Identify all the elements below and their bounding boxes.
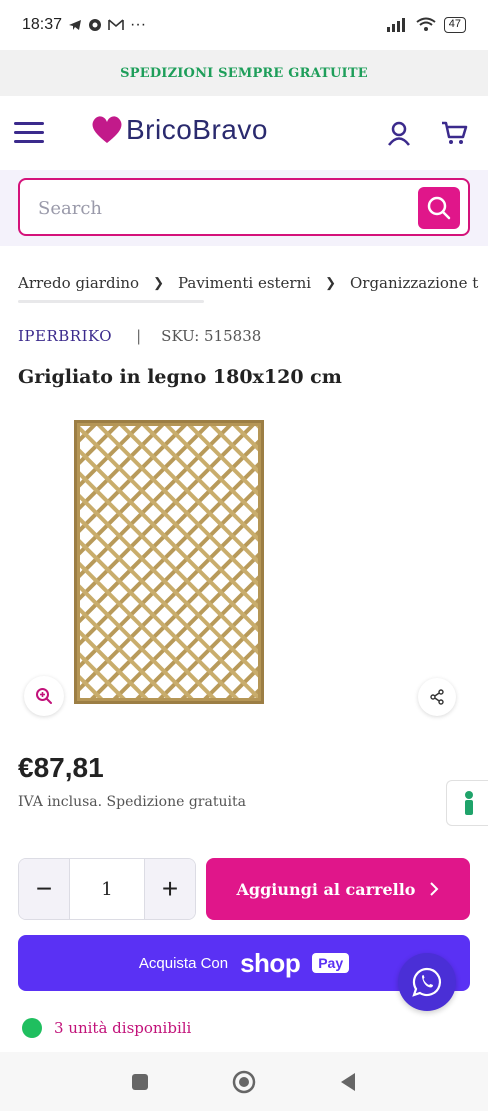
status-bar: 18:37 ··· 47	[0, 0, 488, 50]
search-icon	[427, 196, 451, 220]
menu-icon[interactable]	[14, 122, 44, 144]
status-right: 47	[386, 17, 466, 33]
search-bar	[0, 170, 488, 246]
telegram-icon	[69, 20, 82, 30]
quantity-value[interactable]: 1	[69, 859, 145, 919]
system-nav-bar	[0, 1052, 488, 1111]
quantity-increase-button[interactable]: +	[145, 859, 195, 919]
heart-logo-icon	[92, 116, 122, 143]
product-image[interactable]	[74, 420, 264, 704]
accessibility-icon	[464, 791, 473, 815]
search-box	[18, 178, 470, 236]
product-brand[interactable]: IPERBRIKO	[18, 327, 112, 345]
whatsapp-icon	[412, 967, 442, 997]
chevron-right-icon: ❯	[325, 275, 336, 291]
availability: 3 unità disponibili	[22, 1018, 191, 1038]
add-to-cart-label: Aggiungi al carrello	[236, 879, 416, 899]
more-dots-icon: ···	[130, 16, 147, 33]
meta-separator: |	[136, 327, 142, 345]
price-note: IVA inclusa. Spedizione gratuita	[18, 794, 246, 810]
quantity-stepper: − 1 +	[18, 858, 196, 920]
shoppay-label: Acquista Con	[138, 954, 229, 972]
whatsapp-button[interactable]	[398, 953, 456, 1011]
logo[interactable]: BricoBravo	[90, 114, 268, 146]
header: BricoBravo	[0, 96, 488, 170]
chevron-right-icon: ❯	[153, 275, 164, 291]
shop-logo-text: shop	[240, 947, 301, 978]
product-title: Grigliato in legno 180x120 cm	[18, 366, 342, 388]
zoom-button[interactable]	[24, 676, 64, 716]
status-left: 18:37 ···	[22, 16, 146, 34]
product-price: €87,81	[18, 752, 104, 783]
pay-badge: Pay	[312, 953, 350, 973]
chevron-right-icon	[430, 882, 439, 896]
signal-icon	[386, 18, 405, 32]
breadcrumb-scrollbar[interactable]	[18, 300, 204, 303]
search-button[interactable]	[418, 187, 460, 229]
availability-text: 3 unità disponibili	[54, 1019, 192, 1037]
cart-icon[interactable]	[440, 120, 468, 146]
battery-icon: 47	[443, 17, 466, 33]
promo-banner: SPEDIZIONI SEMPRE GRATUITE	[0, 50, 488, 96]
breadcrumb: Arredo giardino ❯ Pavimenti esterni ❯ Or…	[18, 270, 488, 296]
status-time: 18:37	[22, 16, 63, 33]
accessibility-tab[interactable]	[446, 780, 488, 826]
breadcrumb-item[interactable]: Pavimenti esterni	[178, 274, 311, 292]
share-icon	[430, 689, 444, 705]
add-to-cart-button[interactable]: Aggiungi al carrello	[206, 858, 470, 920]
gmail-icon	[108, 19, 124, 30]
home-icon[interactable]	[231, 1069, 257, 1095]
user-icon[interactable]	[386, 120, 412, 146]
product-meta: IPERBRIKO | SKU: 515838	[18, 327, 261, 345]
location-icon	[89, 19, 102, 31]
recents-icon[interactable]	[131, 1073, 149, 1091]
share-button[interactable]	[418, 678, 456, 716]
breadcrumb-item[interactable]: Arredo giardino	[18, 274, 139, 292]
zoom-in-icon	[36, 688, 52, 704]
search-input[interactable]	[38, 194, 398, 222]
product-sku: SKU: 515838	[161, 327, 262, 345]
wifi-icon	[416, 17, 436, 31]
availability-dot	[22, 1018, 42, 1038]
breadcrumb-item[interactable]: Organizzazione t	[350, 274, 478, 292]
back-icon[interactable]	[339, 1072, 357, 1092]
quantity-decrease-button[interactable]: −	[19, 859, 69, 919]
logo-text: BricoBravo	[126, 114, 268, 145]
